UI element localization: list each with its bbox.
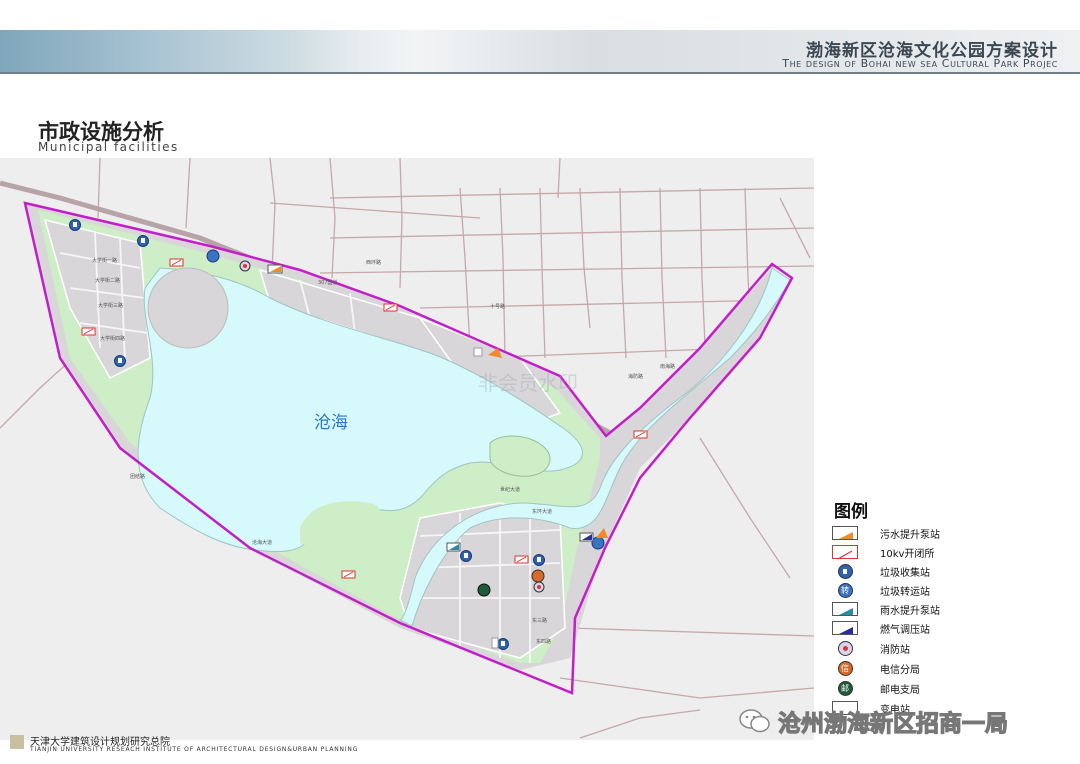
road-label-5: 307国道	[318, 279, 338, 286]
legend-label: 燃气调压站	[880, 624, 930, 636]
substation-marker	[473, 347, 483, 357]
footer-logo-block	[10, 735, 24, 749]
sewage-pump-marker	[267, 264, 283, 274]
switch-station-marker	[383, 303, 398, 312]
road-label-10: 世纪大道	[500, 486, 520, 493]
header-divider	[0, 72, 1080, 74]
legend-item-fire-station: 消防站	[832, 640, 910, 656]
garbage-collection-marker	[69, 219, 81, 231]
legend-item-garbage-transfer: 转 垃圾转运站	[832, 582, 930, 598]
switch-station-marker	[81, 327, 96, 336]
garbage-collection-marker	[533, 554, 545, 566]
road-label-14: 西环路	[366, 259, 381, 266]
header-banner: 渤海新区沧海文化公园方案设计 The design of Bohai new s…	[0, 0, 1080, 78]
faint-watermark: 非会员水印	[478, 371, 578, 395]
institute-name-en: TIANJIN UNIVERSITY RESEACH INSTITUTE OF …	[30, 746, 359, 753]
garbage-transfer-marker	[206, 249, 220, 263]
garbage-collection-marker	[497, 638, 509, 650]
switch-station-icon	[832, 545, 858, 559]
gas-regulator-icon	[832, 621, 858, 635]
project-subtitle: The design of Bohai new sea Cultural Par…	[782, 57, 1058, 70]
switch-station-marker	[514, 555, 529, 564]
rain-pump-marker	[446, 542, 461, 552]
road-label-1: 大学街一路	[92, 257, 117, 264]
fire-station-icon	[837, 640, 853, 656]
telecom-marker	[531, 569, 545, 583]
rain-pump-icon	[832, 602, 858, 616]
legend-label: 电信分局	[880, 664, 920, 676]
lake-island	[147, 267, 229, 349]
garbage-collection-marker	[114, 355, 126, 367]
road-label-13: 东四路	[536, 638, 551, 645]
sewage-pump-icon	[832, 526, 858, 540]
garbage-collection-marker	[460, 550, 472, 562]
switch-station-marker	[169, 258, 184, 267]
road-label-15: 团结路	[130, 473, 145, 480]
watermark-text: 沧州渤海新区招商一局	[777, 710, 1008, 737]
municipal-facilities-map: 大学街一路 大学街二路 大学街三路 大学街四路 307国道 沧海大道 十号路 海…	[0, 158, 814, 740]
substation-marker	[491, 637, 499, 649]
switch-station-marker	[341, 570, 356, 579]
legend-item-gas-regulator: 燃气调压站	[832, 620, 930, 636]
telecom-icon: 信	[837, 660, 853, 676]
legend-item-garbage-collection: 垃圾收集站	[832, 563, 930, 579]
garbage-transfer-marker	[591, 536, 605, 550]
road-label-6: 沧海大道	[252, 539, 272, 546]
lake-label: 沧海	[314, 413, 348, 433]
wechat-icon	[739, 709, 770, 733]
garbage-transfer-icon: 转	[837, 582, 853, 598]
gas-regulator-marker	[579, 532, 594, 542]
post-office-marker	[477, 583, 491, 597]
legend-item-sewage-pump: 污水提升泵站	[832, 525, 940, 541]
legend-label: 消防站	[880, 644, 910, 656]
road-label-2: 大学街二路	[95, 277, 120, 284]
legend-label: 污水提升泵站	[880, 529, 940, 541]
legend-item-telecom: 信 电信分局	[832, 660, 920, 676]
legend-label: 垃圾收集站	[880, 567, 930, 579]
road-label-12: 东三路	[532, 617, 547, 624]
switch-station-marker	[633, 430, 648, 439]
legend-item-rain-pump: 雨水提升泵站	[832, 601, 940, 617]
post-office-icon: 邮	[837, 680, 853, 696]
road-label-7: 十号路	[490, 303, 505, 310]
legend-label: 雨水提升泵站	[880, 605, 940, 617]
wechat-watermark: 沧州渤海新区招商一局	[738, 704, 1009, 738]
legend-item-switch-station: 10kv开闭所	[832, 544, 934, 560]
fire-station-marker	[533, 581, 545, 593]
garbage-bin-icon	[837, 563, 853, 579]
legend-label: 10kv开闭所	[880, 548, 935, 560]
legend-title: 图例	[834, 502, 868, 522]
section-subtitle: Municipal facilities	[38, 140, 179, 154]
garbage-collection-marker	[137, 235, 149, 247]
legend-label: 邮电支局	[880, 684, 920, 696]
road-label-11: 东环大道	[532, 508, 552, 515]
fire-station-marker	[239, 260, 251, 272]
legend-label: 垃圾转运站	[880, 586, 930, 598]
road-label-3: 大学街三路	[98, 302, 123, 309]
road-label-4: 大学街四路	[100, 335, 125, 342]
legend-item-post-office: 邮 邮电支局	[832, 680, 920, 696]
road-label-8: 海防路	[628, 373, 643, 380]
road-label-9: 南海路	[660, 363, 675, 370]
